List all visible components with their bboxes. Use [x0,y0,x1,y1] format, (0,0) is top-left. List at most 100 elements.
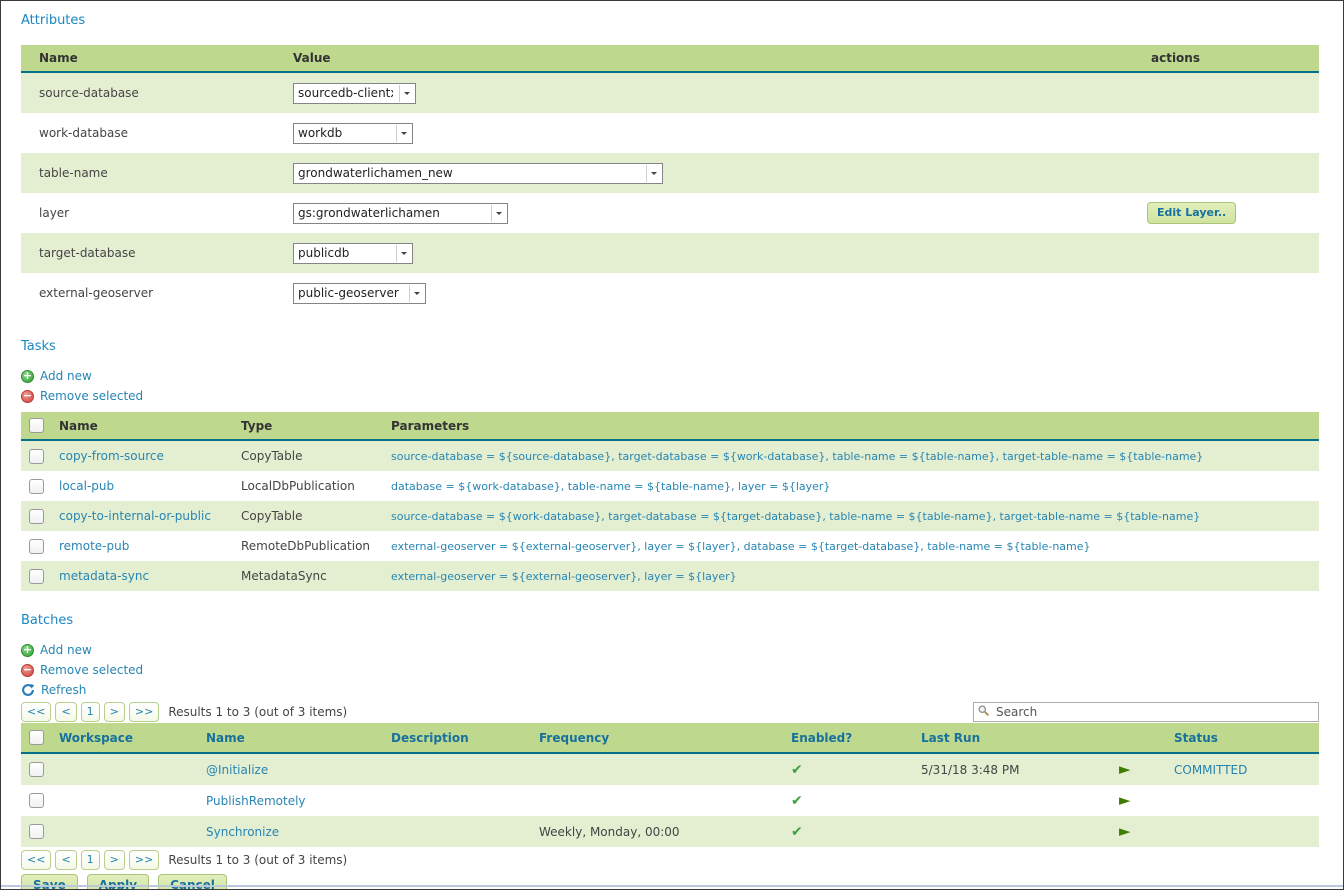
tasks-col-name: Name [51,412,233,440]
batches-remove-selected[interactable]: Remove selected [21,660,1317,680]
task-name-link[interactable]: copy-from-source [59,449,164,463]
batches-col-workspace[interactable]: Workspace [51,723,198,753]
attribute-value-select[interactable]: publicdb [293,243,413,264]
tasks-add-new[interactable]: Add new [21,366,1317,386]
attribute-value-select[interactable]: grondwaterlichamen_new [293,163,663,184]
pager-next-button[interactable]: > [104,702,125,722]
tasks-table: Name Type Parameters copy-from-source Co… [21,412,1319,591]
task-type: CopyTable [233,440,383,471]
task-name-link[interactable]: local-pub [59,479,114,493]
batch-row: @Initialize ✔ 5/31/18 3:48 PM ► COMMITTE… [21,753,1319,785]
batches-header-row: Workspace Name Description Frequency Ena… [21,723,1319,753]
batch-name-link[interactable]: Synchronize [206,825,279,839]
pager-prev-button[interactable]: < [55,702,76,722]
task-row-checkbox[interactable] [29,449,44,464]
task-type: CopyTable [233,501,383,531]
attribute-value-select-wrap: gs:grondwaterlichamen [293,203,508,224]
batches-col-enabled[interactable]: Enabled? [783,723,913,753]
task-name-link[interactable]: copy-to-internal-or-public [59,509,211,523]
batch-name-link[interactable]: @Initialize [206,763,268,777]
batch-row-checkbox[interactable] [29,824,44,839]
apply-button[interactable]: Apply [87,874,149,890]
task-name-link[interactable]: remote-pub [59,539,129,553]
task-row-checkbox[interactable] [29,479,44,494]
run-batch-icon[interactable]: ► [1119,762,1131,777]
attribute-name: target-database [21,233,278,273]
tasks-header-row: Name Type Parameters [21,412,1319,440]
tasks-remove-selected[interactable]: Remove selected [21,386,1317,406]
attribute-value-select-wrap: sourcedb-clientx [293,83,416,104]
batches-heading: Batches [21,613,1317,628]
pager-last-button[interactable]: >> [129,850,159,870]
pager-page-button[interactable]: 1 [81,850,100,870]
task-row-checkbox[interactable] [29,539,44,554]
task-row: metadata-sync MetadataSync external-geos… [21,561,1319,591]
batches-col-description[interactable]: Description [383,723,531,753]
pager-prev-button[interactable]: < [55,850,76,870]
pager-last-button[interactable]: >> [129,702,159,722]
attribute-value-select[interactable]: public-geoserver [293,283,426,304]
batches-col-frequency[interactable]: Frequency [531,723,783,753]
add-icon [21,370,34,383]
batch-row: Synchronize Weekly, Monday, 00:00 ✔ ► [21,816,1319,847]
task-row-checkbox[interactable] [29,569,44,584]
batches-col-status[interactable]: Status [1153,723,1319,753]
batches-remove-selected-link[interactable]: Remove selected [40,663,143,677]
task-parameters: source-database = ${source-database}, ta… [383,440,1319,471]
attribute-value-select-wrap: publicdb [293,243,413,264]
batches-col-name[interactable]: Name [198,723,383,753]
search-input[interactable] [973,702,1319,722]
batches-add-new[interactable]: Add new [21,640,1317,660]
pager-first-button[interactable]: << [21,850,51,870]
attribute-name: table-name [21,153,278,193]
batch-workspace [51,785,198,816]
cancel-button[interactable]: Cancel [158,874,227,890]
tasks-add-new-link[interactable]: Add new [40,369,92,383]
enabled-check-icon: ✔ [791,824,803,840]
save-button[interactable]: Save [21,874,78,890]
pager-next-button[interactable]: > [104,850,125,870]
batch-status-link[interactable]: COMMITTED [1174,763,1247,777]
pager-page-button[interactable]: 1 [81,702,100,722]
task-row-checkbox[interactable] [29,509,44,524]
attribute-value-select[interactable]: gs:grondwaterlichamen [293,203,508,224]
attribute-value-select[interactable]: sourcedb-clientx [293,83,416,104]
batch-last-run [913,816,1098,847]
batches-col-last-run[interactable]: Last Run [913,723,1098,753]
attribute-row: source-database sourcedb-clientx [21,72,1319,113]
batch-last-run: 5/31/18 3:48 PM [913,753,1098,785]
batches-add-new-link[interactable]: Add new [40,643,92,657]
attributes-header-row: Name Value actions [21,45,1319,72]
edit-layer-button[interactable]: Edit Layer.. [1147,202,1236,224]
run-batch-icon[interactable]: ► [1119,824,1131,839]
batch-last-run [913,785,1098,816]
attributes-col-actions: actions [1133,45,1319,72]
attribute-name: source-database [21,72,278,113]
tasks-select-all-checkbox[interactable] [29,418,44,433]
batch-workspace [51,816,198,847]
batch-row-checkbox[interactable] [29,762,44,777]
run-batch-icon[interactable]: ► [1119,793,1131,808]
batches-refresh-link[interactable]: Refresh [41,683,86,697]
pager-first-button[interactable]: << [21,702,51,722]
tasks-remove-selected-link[interactable]: Remove selected [40,389,143,403]
batch-row-checkbox[interactable] [29,793,44,808]
batch-frequency [531,785,783,816]
batches-pager-bottom: << < 1 > >> Results 1 to 3 (out of 3 ite… [21,849,1319,870]
tasks-col-parameters: Parameters [383,412,1319,440]
batches-select-all-checkbox[interactable] [29,730,44,745]
batches-refresh[interactable]: Refresh [21,680,1317,700]
attribute-value-select[interactable]: workdb [293,123,413,144]
attribute-value-select-wrap: public-geoserver [293,283,426,304]
attributes-col-value: Value [278,45,1133,72]
batch-frequency: Weekly, Monday, 00:00 [531,816,783,847]
task-row: copy-to-internal-or-public CopyTable sou… [21,501,1319,531]
batches-search [973,701,1319,721]
task-type: LocalDbPublication [233,471,383,501]
task-type: RemoteDbPublication [233,531,383,561]
batch-name-link[interactable]: PublishRemotely [206,794,306,808]
tasks-heading: Tasks [21,339,1317,354]
task-name-link[interactable]: metadata-sync [59,569,149,583]
enabled-check-icon: ✔ [791,762,803,778]
batch-workspace [51,753,198,785]
